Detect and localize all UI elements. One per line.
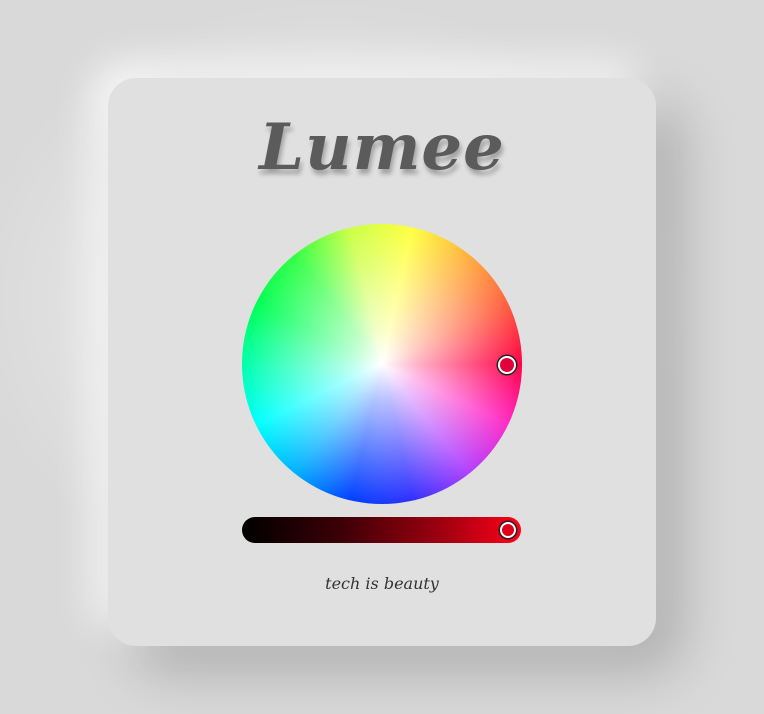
tagline: tech is beauty bbox=[325, 574, 439, 593]
app-logo: Lumee bbox=[259, 110, 505, 185]
brightness-slider[interactable] bbox=[242, 517, 521, 543]
color-wheel-handle[interactable] bbox=[498, 356, 516, 374]
color-wheel[interactable] bbox=[242, 224, 522, 504]
brightness-slider-handle[interactable] bbox=[500, 522, 516, 538]
main-card: Lumee tech is beauty bbox=[108, 78, 656, 646]
